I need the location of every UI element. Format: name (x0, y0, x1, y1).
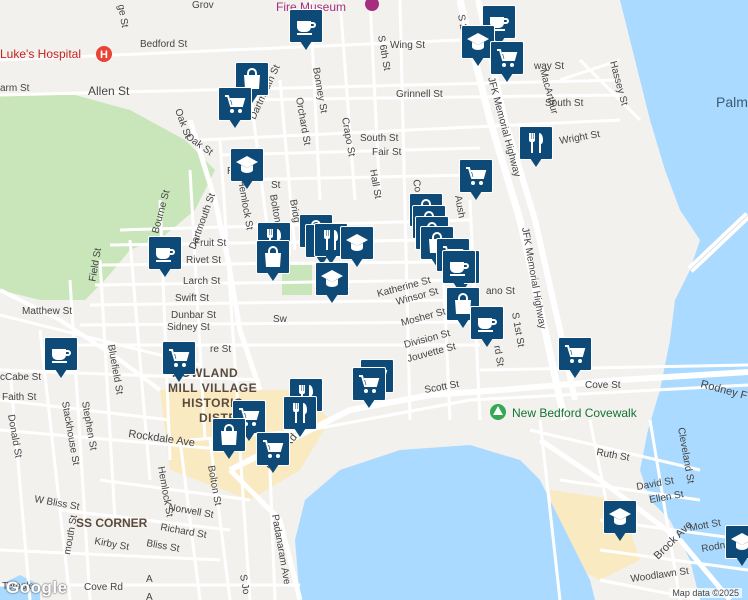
map-marker-grocery[interactable] (490, 41, 524, 85)
map-marker-grocery[interactable] (558, 337, 592, 381)
map-attribution: Map data ©2025 (669, 588, 742, 598)
grocery-icon (459, 159, 493, 193)
street-label: Dunbar St (171, 310, 216, 321)
map-marker-coffee[interactable] (44, 337, 78, 381)
grocery-icon (352, 367, 386, 401)
coffee-icon (44, 337, 78, 371)
map-marker-coffee[interactable] (470, 306, 504, 350)
google-logo: Google (6, 578, 68, 597)
street-label: Fruit St (194, 238, 226, 249)
map-canvas[interactable]: Bedford St Wing St arm St Allen St Grinn… (0, 0, 748, 600)
street-label: Faith St (2, 392, 37, 403)
map-marker-shopping[interactable] (256, 240, 290, 284)
street-label: Grinnell St (396, 89, 443, 100)
map-marker-school[interactable] (230, 148, 264, 192)
map-marker-grocery[interactable] (218, 87, 252, 131)
street-label: cCabe St (0, 372, 41, 383)
covewalk-label[interactable]: New Bedford Covewalk (512, 406, 638, 420)
map-marker-grocery[interactable] (352, 367, 386, 411)
street-label: Swift St (175, 293, 209, 304)
street-label: Co (410, 179, 423, 194)
map-marker-grocery[interactable] (459, 159, 493, 203)
water-label: Palm (716, 94, 748, 110)
map-marker-grocery[interactable] (256, 432, 290, 476)
shopping-icon (256, 240, 290, 274)
street-label: re St (210, 344, 231, 355)
grocery-icon (490, 41, 524, 75)
street-label: Rivet St (186, 255, 221, 266)
street-label: Wing St (390, 40, 425, 51)
svg-text:H: H (100, 49, 108, 61)
grocery-icon (162, 341, 196, 375)
district-label: SS CORNER (76, 516, 148, 530)
map-marker-coffee[interactable] (289, 9, 323, 53)
street-label: Cove Rd (84, 582, 123, 593)
street-label: Fair St (372, 147, 402, 158)
grocery-icon (558, 337, 592, 371)
map-marker-restaurant[interactable] (519, 126, 553, 170)
grocery-icon (256, 432, 290, 466)
street-label: Grov (192, 0, 214, 11)
coffee-icon (470, 306, 504, 340)
school-icon (315, 262, 349, 296)
coffee-icon (442, 250, 476, 284)
street-label: Larch St (183, 276, 220, 287)
street-label: Bedford St (140, 39, 187, 50)
street-label: Allen St (88, 84, 130, 98)
street-label: A (146, 592, 153, 600)
street-label: ano St (486, 286, 515, 297)
school-icon (725, 525, 748, 559)
map-marker-school[interactable] (315, 262, 349, 306)
street-label: Cove St (585, 380, 621, 391)
shopping-icon (212, 418, 246, 452)
street-label: way St (533, 61, 564, 72)
school-icon (340, 226, 374, 260)
map-marker-school[interactable] (725, 525, 748, 569)
street-label: Sidney St (167, 322, 210, 333)
hospital-label[interactable]: Luke's Hospital (0, 47, 81, 61)
school-icon (603, 500, 637, 534)
street-label: A (146, 574, 153, 585)
street-label: Matthew St (22, 306, 72, 317)
map-marker-coffee[interactable] (148, 236, 182, 280)
coffee-icon (148, 236, 182, 270)
map-marker-grocery[interactable] (162, 341, 196, 385)
grocery-icon (218, 87, 252, 121)
map-marker-school[interactable] (603, 500, 637, 544)
restaurant-icon (519, 126, 553, 160)
map-marker-shopping[interactable] (212, 418, 246, 462)
restaurant-icon (283, 396, 317, 430)
street-label: Sw (273, 314, 288, 325)
coffee-icon (289, 9, 323, 43)
street-label: arm St (0, 83, 30, 94)
street-label: South St (360, 133, 399, 144)
school-icon (230, 148, 264, 182)
street-label: St (271, 180, 281, 191)
